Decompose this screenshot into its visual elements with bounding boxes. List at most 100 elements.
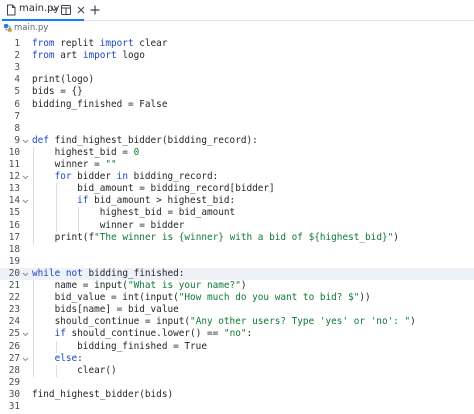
code-text: if should_continue.lower() == "no": [54,328,253,340]
line-number: 21 [8,280,20,291]
code-line[interactable]: 12 for bidder in bidding_record: [0,171,474,183]
line-number: 24 [8,316,20,328]
line-number: 5 [14,86,20,98]
code-line[interactable]: 29 [0,377,474,389]
line-number: 6 [14,98,20,110]
line-number: 18 [8,243,20,255]
code-line[interactable]: 28 clear() [0,365,474,377]
code-line[interactable]: 6 bidding_finished = False [0,99,474,111]
line-number: 28 [8,364,20,376]
line-number: 22 [8,292,20,304]
chevron-down-icon[interactable] [50,6,58,12]
code-text: bid_amount = bidding_record[bidder] [32,183,275,195]
code-text: bids = {} [32,86,83,98]
code-text: bids[name] = bid_value [32,304,179,316]
breadcrumb-file[interactable]: main.py [14,23,48,33]
code-text: def find_highest_bidder(bidding_record): [32,134,258,146]
line-number: 23 [8,304,20,316]
add-tab-icon[interactable] [88,3,102,17]
code-text: bidding_finished = True [32,340,207,352]
file-icon [7,4,16,16]
line-number: 1 [14,38,20,49]
breadcrumb: main.py [0,21,474,36]
code-text: for bidder in bidding_record: [54,171,219,183]
code-line[interactable]: 20 while not bidding_finished: [0,267,474,280]
code-line[interactable]: 26 bidding_finished = True [0,341,474,353]
code-text: should_continue = input("Any other users… [32,316,416,328]
line-number: 12 [8,171,20,183]
code-line[interactable]: 13 bid_amount = bidding_record[bidder] [0,183,474,195]
code-line[interactable]: 27 else: [0,353,474,365]
fold-chevron-icon[interactable] [22,171,30,183]
code-line[interactable]: 9 def find_highest_bidder(bidding_record)… [0,135,474,147]
line-number: 26 [8,340,20,352]
code-text: highest_bid = 0 [32,146,140,158]
code-line[interactable]: 17 print(f"The winner is {winner} with a… [0,232,474,244]
code-text: if bid_amount > highest_bid: [77,195,236,207]
code-line[interactable]: 22 bid_value = int(input("How much do yo… [0,292,474,304]
code-line[interactable]: 31 [0,401,474,413]
code-text: print(logo) [32,74,95,86]
code-line[interactable]: 10 highest_bid = 0 [0,147,474,159]
line-number: 13 [8,183,20,195]
split-view-icon[interactable] [60,4,72,16]
line-number: 19 [8,255,20,267]
code-line[interactable]: 16 winner = bidder [0,220,474,232]
code-text: from art import logo [32,50,145,62]
code-text: winner = "" [32,159,117,170]
tab-bar: main.py [0,0,474,21]
code-text: clear() [32,364,117,376]
fold-chevron-icon[interactable] [22,353,30,365]
code-line[interactable]: 21 name = input("What is your name?") [0,280,474,292]
line-number: 17 [8,231,20,243]
code-text: name = input("What is your name?") [32,280,247,291]
line-number: 30 [8,388,20,400]
fold-chevron-icon[interactable] [22,135,30,147]
code-line[interactable]: 25 if should_continue.lower() == "no": [0,328,474,340]
line-number: 7 [14,110,20,122]
code-text: print(f"The winner is {winner} with a bi… [32,231,399,243]
code-line[interactable]: 15 highest_bid = bid_amount [0,207,474,219]
code-line[interactable]: 2 from art import logo [0,50,474,62]
line-number: 16 [8,219,20,231]
code-line[interactable]: 14 if bid_amount > highest_bid: [0,195,474,207]
code-line[interactable]: 11 winner = "" [0,159,474,171]
fold-chevron-icon[interactable] [22,195,30,207]
line-number: 29 [8,376,20,388]
line-number: 25 [8,328,20,340]
fold-chevron-icon[interactable] [22,328,30,340]
line-number: 11 [8,159,20,170]
code-line[interactable]: 30 find_highest_bidder(bids) [0,389,474,401]
code-editor[interactable]: 1 from replit import clear 2 from art impor… [0,36,474,414]
code-text: highest_bid = bid_amount [32,207,236,219]
code-line[interactable]: 3 [0,62,474,74]
code-text: find_highest_bidder(bids) [32,388,174,400]
line-number: 20 [8,267,20,279]
line-number: 14 [8,195,20,207]
line-number: 2 [14,50,20,62]
code-text: from replit import clear [32,38,168,49]
line-number: 4 [14,74,20,86]
code-text: bidding_finished = False [32,98,168,110]
line-number: 3 [14,62,20,74]
line-number: 27 [8,352,20,364]
code-line[interactable]: 8 [0,123,474,135]
code-line[interactable]: 24 should_continue = input("Any other us… [0,316,474,328]
line-number: 9 [14,134,20,146]
line-number: 31 [8,401,20,412]
code-line[interactable]: 5 bids = {} [0,86,474,98]
line-number: 15 [8,207,20,219]
fold-chevron-icon[interactable] [22,268,30,280]
code-line[interactable]: 23 bids[name] = bid_value [0,304,474,316]
code-line[interactable]: 7 [0,111,474,123]
code-line[interactable]: 19 [0,256,474,268]
line-number: 8 [14,122,20,134]
code-line[interactable]: 18 [0,244,474,256]
line-number: 10 [8,146,20,158]
code-text: else: [54,352,83,364]
code-line[interactable]: 1 from replit import clear [0,38,474,50]
code-text: while not bidding_finished: [32,267,185,279]
code-text: bid_value = int(input("How much do you w… [32,292,371,304]
code-line[interactable]: 4 print(logo) [0,74,474,86]
close-icon[interactable] [75,4,87,16]
